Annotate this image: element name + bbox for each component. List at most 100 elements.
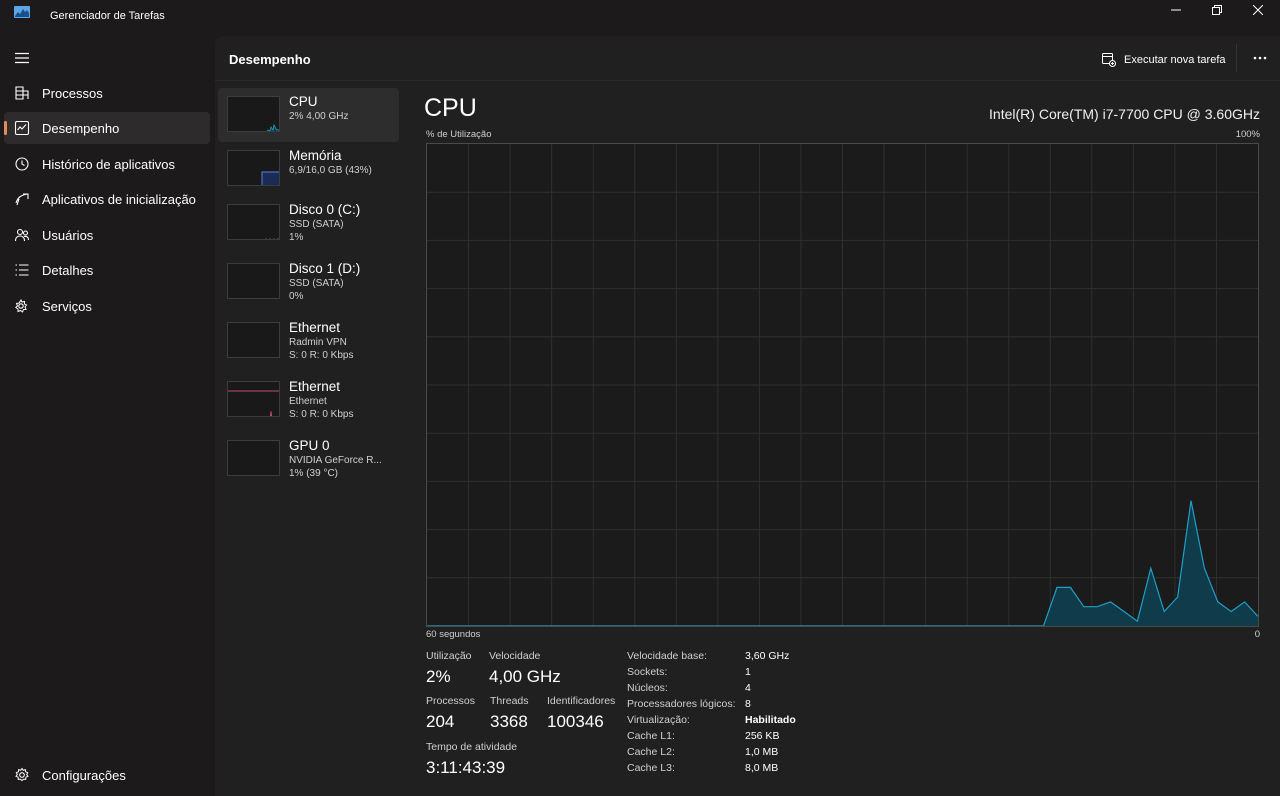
spec-key: Cache L1: [627, 730, 675, 742]
device-item-ethernet-radmin[interactable]: Ethernet Radmin VPN S: 0 R: 0 Kbps [218, 314, 399, 368]
spec-key: Processadores lógicos: [627, 698, 736, 710]
ethernet-radmin-thumbnail-graph [227, 322, 280, 358]
device-name: Memória [289, 148, 342, 163]
minimize-icon [1171, 9, 1181, 11]
device-subtitle: SSD (SATA) [289, 219, 344, 230]
spec-key: Sockets: [627, 666, 668, 678]
device-name: GPU 0 [289, 438, 330, 453]
more-options-button[interactable] [1250, 48, 1270, 68]
sidebar-item-inicializacao[interactable]: Aplicativos de inicialização [4, 183, 210, 215]
sidebar-item-configuracoes[interactable]: Configurações [4, 759, 210, 791]
window-title: Gerenciador de Tarefas [50, 10, 165, 22]
sidebar-item-label: Detalhes [42, 263, 94, 278]
cpu-thumbnail-graph [227, 96, 280, 132]
gear-icon [15, 767, 29, 782]
spec-value: 1 [745, 666, 751, 678]
threads-value: 3368 [490, 712, 528, 731]
device-item-gpu0[interactable]: GPU 0 NVIDIA GeForce R... 1% (39 °C) [218, 432, 399, 486]
sidebar-item-servicos[interactable]: Serviços [4, 290, 210, 322]
spec-key: Velocidade base: [627, 650, 707, 662]
device-subtitle: SSD (SATA) [289, 278, 344, 289]
spec-key: Núcleos: [627, 682, 668, 694]
cpu-utilization-graph [426, 143, 1259, 627]
run-new-task-button[interactable]: Executar nova tarefa [1102, 50, 1226, 70]
sidebar-item-label: Serviços [42, 299, 92, 314]
y-axis-label: % de Utilização [426, 129, 492, 140]
utilization-value: 2% [426, 667, 451, 686]
gpu-thumbnail-graph [227, 440, 280, 476]
minimize-button[interactable] [1156, 0, 1196, 20]
close-icon [1253, 5, 1263, 15]
y-axis-max-label: 100% [1235, 129, 1260, 140]
device-detail: S: 0 R: 0 Kbps [289, 350, 354, 361]
spec-value: Habilitado [745, 714, 796, 726]
header-divider [215, 80, 1280, 81]
disk0-thumbnail-graph [227, 204, 280, 240]
ethernet-thumbnail-graph [227, 381, 280, 417]
device-item-ethernet[interactable]: Ethernet Ethernet S: 0 R: 0 Kbps [218, 373, 399, 427]
utilization-label: Utilização [426, 650, 472, 662]
spec-value: 8,0 MB [745, 762, 779, 774]
spec-value: 256 KB [745, 730, 780, 742]
x-axis-min-label: 0 [1254, 629, 1260, 640]
header-divider [1236, 44, 1237, 72]
speed-value: 4,00 GHz [489, 667, 561, 686]
device-name: Ethernet [289, 379, 341, 394]
device-subtitle: Radmin VPN [289, 337, 347, 348]
more-options-icon [1253, 56, 1267, 60]
sidebar-item-label: Histórico de aplicativos [42, 157, 175, 172]
restore-icon [1212, 5, 1222, 15]
sidebar-item-label: Desempenho [42, 121, 120, 136]
hamburger-menu-icon[interactable] [14, 52, 30, 64]
title-bar: Gerenciador de Tarefas [0, 0, 1280, 34]
uptime-label: Tempo de atividade [426, 741, 518, 753]
disk1-thumbnail-graph [227, 263, 280, 299]
device-name: CPU [289, 94, 318, 109]
device-item-cpu[interactable]: CPU 2% 4,00 GHz [218, 88, 399, 142]
device-subtitle: NVIDIA GeForce R... [289, 455, 382, 466]
spec-value: 1,0 MB [745, 746, 779, 758]
performance-icon [14, 120, 30, 136]
speed-label: Velocidade [489, 650, 541, 662]
spec-value: 4 [745, 682, 751, 694]
processes-icon [15, 86, 29, 100]
spec-key: Cache L3: [627, 762, 675, 774]
device-detail: 1% (39 °C) [289, 468, 339, 479]
sidebar-item-desempenho[interactable]: Desempenho [4, 112, 210, 144]
sidebar: Processos Desempenho Histórico de aplica… [0, 34, 215, 796]
close-button[interactable] [1238, 0, 1278, 20]
memory-thumbnail-graph [227, 150, 280, 186]
cpu-model: Intel(R) Core(TM) i7-7700 CPU @ 3.60GHz [989, 106, 1260, 122]
sidebar-item-label: Usuários [42, 228, 94, 243]
device-item-memory[interactable]: Memória 6,9/16,0 GB (43%) [218, 142, 399, 196]
sidebar-item-usuarios[interactable]: Usuários [4, 219, 210, 251]
device-subtitle: Ethernet [289, 396, 327, 407]
page-title: Desempenho [229, 52, 311, 67]
spec-value: 3,60 GHz [745, 650, 790, 662]
sidebar-item-processos[interactable]: Processos [4, 77, 210, 109]
device-item-disk1[interactable]: Disco 1 (D:) SSD (SATA) 0% [218, 255, 399, 309]
cpu-title: CPU [424, 94, 477, 122]
device-detail: S: 0 R: 0 Kbps [289, 409, 354, 420]
device-subtitle: 6,9/16,0 GB (43%) [289, 165, 372, 176]
services-icon [14, 299, 28, 313]
threads-label: Threads [490, 695, 529, 707]
details-icon [15, 264, 29, 276]
device-item-disk0[interactable]: Disco 0 (C:) SSD (SATA) 1% [218, 196, 399, 250]
sidebar-item-historico[interactable]: Histórico de aplicativos [4, 148, 210, 180]
sidebar-item-label: Processos [42, 86, 103, 101]
history-icon [15, 157, 29, 171]
users-icon [14, 228, 30, 242]
spec-key: Cache L2: [627, 746, 675, 758]
device-name: Disco 0 (C:) [289, 202, 361, 217]
device-name: Disco 1 (D:) [289, 261, 361, 276]
new-task-icon [1102, 53, 1116, 67]
device-detail: 0% [289, 291, 304, 302]
startup-icon [15, 193, 29, 206]
settings-label: Configurações [42, 768, 126, 783]
uptime-value: 3:11:43:39 [426, 758, 506, 777]
sidebar-item-detalhes[interactable]: Detalhes [4, 254, 210, 286]
restore-button[interactable] [1197, 0, 1237, 20]
processes-value: 204 [426, 712, 455, 731]
spec-value: 8 [745, 698, 751, 710]
